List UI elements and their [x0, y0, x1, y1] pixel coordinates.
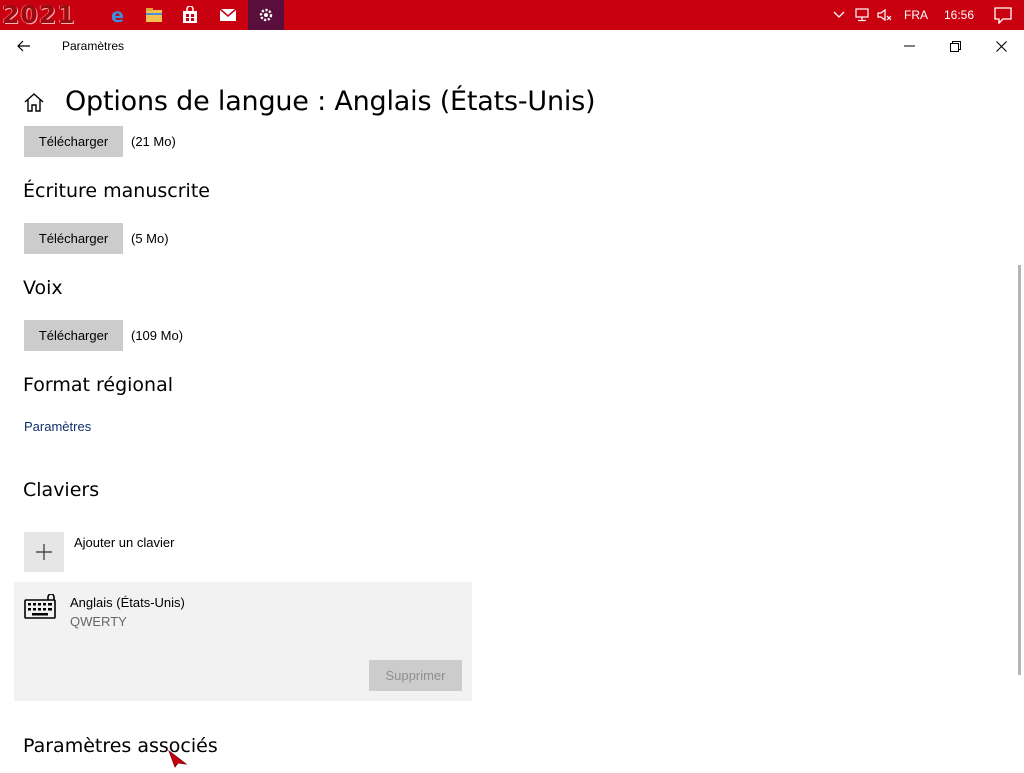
restore-icon: [949, 40, 961, 52]
home-icon[interactable]: [23, 92, 45, 114]
app-title: Paramètres: [62, 39, 125, 53]
network-icon[interactable]: [850, 8, 874, 22]
download-row-handwriting: Télécharger (5 Mo): [24, 223, 169, 254]
keyboard-layout: QWERTY: [70, 614, 127, 629]
section-heading-handwriting: Écriture manuscrite: [23, 180, 210, 202]
download-size: (21 Mo): [131, 134, 176, 149]
page-title: Options de langue : Anglais (États-Unis): [65, 86, 596, 117]
download-row-voice: Télécharger (109 Mo): [24, 320, 183, 351]
title-bar: Paramètres: [0, 30, 1024, 62]
year-logo: 2021: [2, 0, 76, 29]
download-button[interactable]: Télécharger: [24, 126, 123, 157]
system-tray: FRA 16:56: [828, 0, 1024, 30]
file-explorer-icon[interactable]: [136, 0, 172, 30]
mouse-cursor-icon: [168, 749, 188, 773]
plus-icon: [36, 544, 52, 560]
store-icon[interactable]: [172, 0, 208, 30]
add-keyboard-label[interactable]: Ajouter un clavier: [74, 535, 174, 550]
clock[interactable]: 16:56: [936, 8, 982, 22]
chevron-up-icon[interactable]: [828, 11, 850, 19]
add-keyboard-button[interactable]: [24, 532, 64, 572]
svg-text:e: e: [111, 5, 124, 25]
keyboard-name: Anglais (États-Unis): [70, 595, 185, 610]
mail-icon[interactable]: [210, 0, 246, 30]
close-icon: [995, 40, 1007, 52]
language-indicator[interactable]: FRA: [896, 8, 936, 22]
notification-icon[interactable]: [982, 6, 1024, 24]
volume-muted-icon[interactable]: [874, 8, 896, 22]
back-button[interactable]: [10, 34, 38, 58]
scrollbar[interactable]: [1018, 265, 1021, 675]
minimize-icon: [903, 45, 915, 47]
download-button[interactable]: Télécharger: [24, 223, 123, 254]
download-row-basic: Télécharger (21 Mo): [24, 126, 176, 157]
regional-settings-link[interactable]: Paramètres: [24, 419, 91, 434]
edge-icon[interactable]: e: [100, 0, 136, 30]
section-heading-keyboards: Claviers: [23, 479, 100, 501]
section-heading-related-settings: Paramètres associés: [23, 735, 218, 757]
keyboard-icon: [24, 593, 58, 625]
remove-keyboard-button[interactable]: Supprimer: [369, 660, 462, 691]
settings-gear-icon[interactable]: [248, 0, 284, 30]
back-arrow-icon: [17, 40, 30, 52]
close-button[interactable]: [978, 30, 1024, 62]
taskbar: 2021 e FRA 16:56: [0, 0, 1024, 30]
restore-button[interactable]: [932, 30, 978, 62]
minimize-button[interactable]: [886, 30, 932, 62]
section-heading-regional-format: Format régional: [23, 374, 174, 396]
download-size: (109 Mo): [131, 328, 184, 343]
section-heading-voice: Voix: [23, 277, 63, 299]
download-size: (5 Mo): [131, 231, 169, 246]
download-button[interactable]: Télécharger: [24, 320, 123, 351]
keyboard-item[interactable]: Anglais (États-Unis) QWERTY Supprimer: [14, 582, 472, 701]
